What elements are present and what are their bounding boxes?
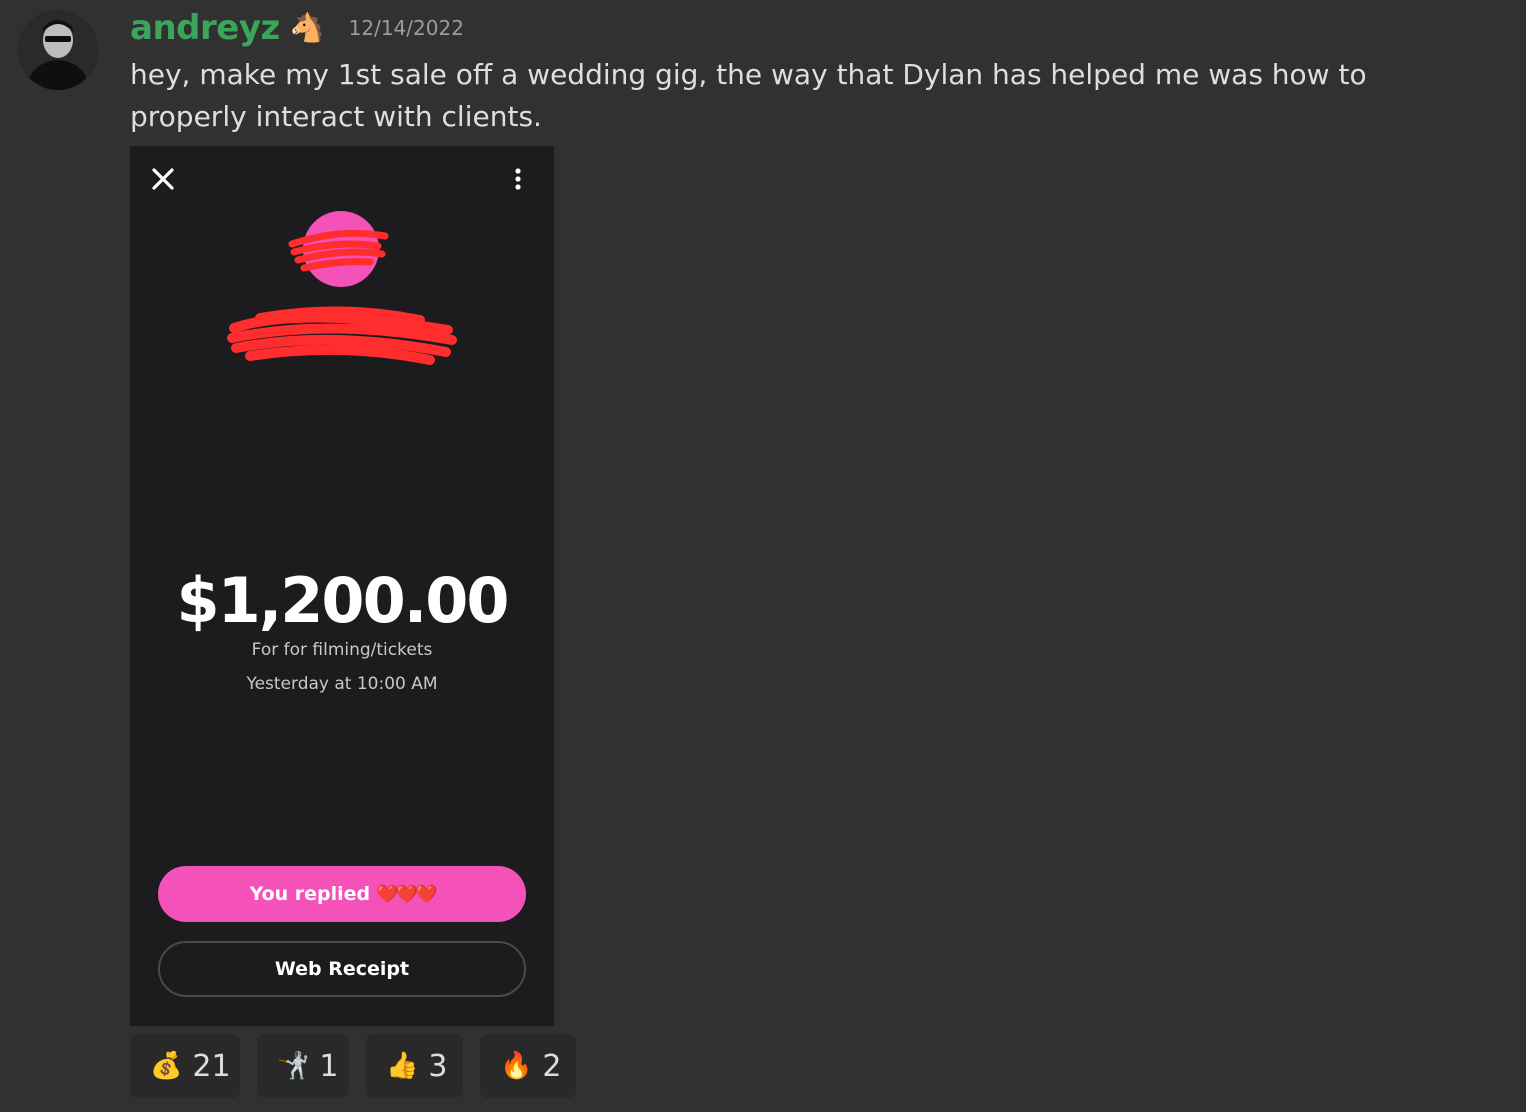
reaction-money-bag[interactable]: 💰 21 (130, 1034, 240, 1098)
reaction-fire[interactable]: 🔥 2 (480, 1034, 576, 1098)
reaction-count: 21 (192, 1048, 231, 1084)
payment-time: Yesterday at 10:00 AM (246, 674, 438, 694)
reaction-count: 3 (428, 1048, 448, 1084)
you-replied-label: You replied (249, 883, 371, 905)
image-attachment[interactable]: $1,200.00 For for filming/tickets Yester… (130, 146, 554, 1026)
timestamp: 12/14/2022 (348, 16, 464, 40)
close-icon[interactable] (150, 166, 176, 192)
thumbs-up-icon: 👍 (386, 1051, 419, 1081)
hearts-icon: ❤️❤️❤️ (376, 883, 437, 905)
web-receipt-label: Web Receipt (274, 958, 410, 980)
avatar[interactable] (18, 10, 98, 90)
redacted-recipient (227, 211, 457, 365)
payment-amount: $1,200.00 (176, 564, 509, 637)
reaction-fencer[interactable]: 🤺 1 (257, 1034, 349, 1098)
reaction-thumbs-up[interactable]: 👍 3 (366, 1034, 463, 1098)
avatar-image (18, 10, 98, 90)
reaction-count: 2 (542, 1048, 562, 1084)
web-receipt-button[interactable]: Web Receipt (158, 941, 526, 997)
more-vertical-icon[interactable] (508, 166, 528, 192)
reaction-count: 1 (319, 1048, 339, 1084)
message-text: hey, make my 1st sale off a wedding gig,… (130, 58, 1367, 133)
horse-icon: 🐴 (289, 11, 325, 44)
fencer-icon: 🤺 (277, 1051, 310, 1081)
money-bag-icon: 💰 (150, 1051, 183, 1081)
username[interactable]: andreyz (130, 8, 280, 48)
you-replied-button[interactable]: You replied ❤️❤️❤️ (158, 866, 526, 922)
payment-note: For for filming/tickets (251, 640, 433, 660)
message-header: andreyz 🐴 12/14/2022 (130, 8, 464, 48)
fire-icon: 🔥 (500, 1051, 533, 1081)
reactions-bar: 💰 21 🤺 1 👍 3 🔥 2 (130, 1034, 593, 1098)
